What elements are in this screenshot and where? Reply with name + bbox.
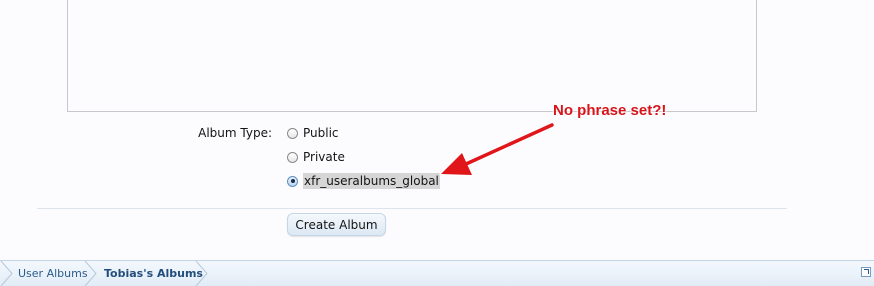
- radio-button-private[interactable]: [287, 151, 298, 163]
- annotation-text: No phrase set?!: [553, 102, 667, 119]
- album-type-label: Album Type:: [198, 126, 272, 140]
- album-description-textarea[interactable]: [67, 0, 757, 112]
- breadcrumb-item-user-albums[interactable]: User Albums: [18, 261, 88, 286]
- radio-button-public[interactable]: [287, 127, 298, 139]
- breadcrumb: User Albums Tobias's Albums: [0, 260, 874, 286]
- radio-option-public[interactable]: Public: [287, 125, 339, 141]
- breadcrumb-end-separator: [195, 261, 208, 286]
- radio-option-global[interactable]: xfr_useralbums_global: [287, 173, 440, 189]
- radio-label-public: Public: [303, 126, 339, 140]
- breadcrumb-separator: [84, 261, 97, 286]
- radio-button-global[interactable]: [287, 175, 298, 187]
- external-link-icon[interactable]: [861, 267, 871, 277]
- breadcrumb-start-separator: [0, 261, 13, 286]
- radio-label-global: xfr_useralbums_global: [303, 173, 440, 189]
- radio-option-private[interactable]: Private: [287, 149, 345, 165]
- create-album-button[interactable]: Create Album: [287, 213, 386, 236]
- radio-label-private: Private: [303, 150, 345, 164]
- breadcrumb-item-tobias-albums[interactable]: Tobias's Albums: [104, 261, 203, 286]
- form-divider: [37, 208, 787, 209]
